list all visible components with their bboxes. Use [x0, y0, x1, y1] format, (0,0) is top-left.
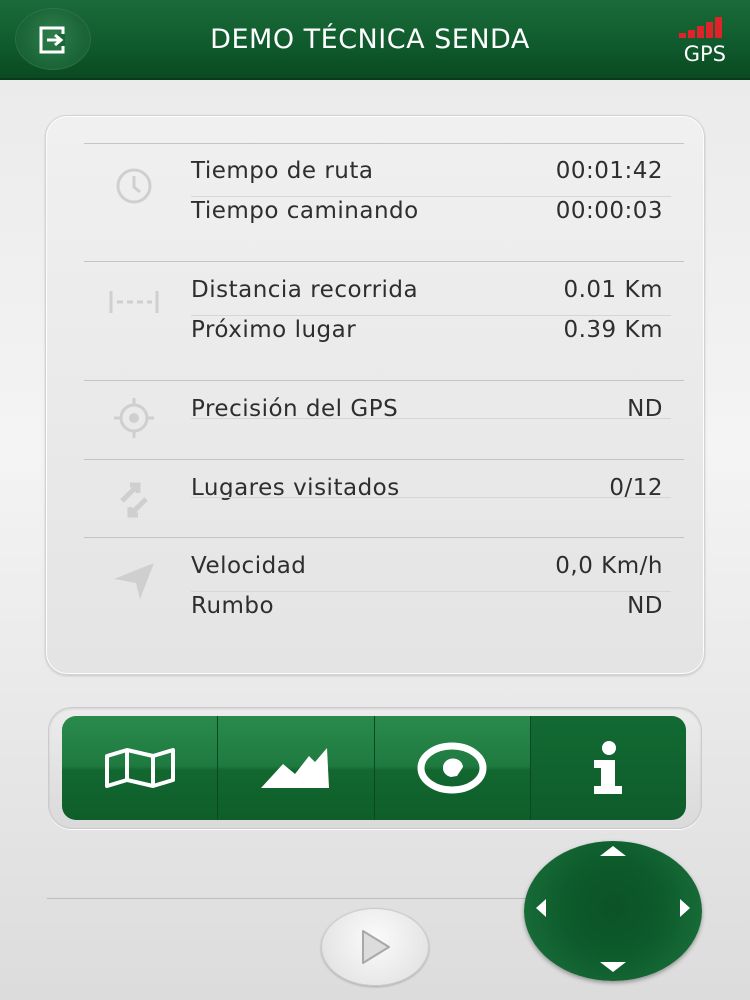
- divider: [84, 459, 684, 460]
- tab-bar: [62, 716, 686, 820]
- speed-label: Velocidad: [191, 553, 307, 579]
- heading-label: Rumbo: [191, 593, 275, 619]
- clock-icon: [116, 168, 152, 204]
- row-separator: [191, 196, 671, 197]
- divider: [84, 380, 684, 381]
- distance-label: Distancia recorrida: [191, 277, 419, 303]
- info-row-walking-time: Tiempo caminando 00:00:03: [191, 198, 663, 234]
- divider: [84, 143, 684, 144]
- info-icon: [594, 741, 623, 794]
- info-row-speed: Velocidad 0,0 Km/h: [191, 553, 663, 589]
- tab-info[interactable]: [530, 716, 686, 820]
- row-separator: [191, 497, 671, 498]
- row-separator: [191, 418, 671, 419]
- crosshair-icon: [114, 398, 154, 438]
- compass-target-icon: [417, 742, 487, 794]
- route-time-value: 00:01:42: [555, 158, 663, 184]
- tab-compass[interactable]: [374, 716, 531, 820]
- walking-time-label: Tiempo caminando: [191, 198, 419, 224]
- divider: [84, 261, 684, 262]
- elevation-profile-icon: [260, 748, 329, 788]
- play-button[interactable]: [321, 908, 429, 986]
- distance-icon: [109, 291, 159, 313]
- walking-time-value: 00:00:03: [555, 198, 663, 224]
- tab-elevation[interactable]: [218, 716, 375, 820]
- info-row-visited-places: Lugares visitados 0/12: [191, 475, 663, 511]
- route-time-label: Tiempo de ruta: [191, 158, 374, 184]
- exit-button[interactable]: [15, 8, 91, 70]
- gps-signal-icon: [666, 16, 722, 38]
- row-separator: [191, 591, 671, 592]
- next-place-value: 0.39 Km: [563, 317, 663, 343]
- speed-value: 0,0 Km/h: [555, 553, 663, 579]
- map-icon: [104, 748, 175, 788]
- divider: [84, 537, 684, 538]
- heading-value: ND: [627, 593, 663, 619]
- next-place-label: Próximo lugar: [191, 317, 357, 343]
- sync-arrows-icon: [120, 482, 148, 518]
- info-row-gps-precision: Precisión del GPS ND: [191, 396, 663, 432]
- gps-label: GPS: [683, 42, 726, 66]
- navigation-arrow-icon: [114, 563, 154, 599]
- info-row-next-place: Próximo lugar 0.39 Km: [191, 317, 663, 353]
- gps-status: GPS: [666, 16, 726, 66]
- dpad-control[interactable]: [524, 841, 702, 981]
- row-separator: [191, 315, 671, 316]
- page-title: DEMO TÉCNICA SENDA: [210, 24, 530, 55]
- info-row-distance: Distancia recorrida 0.01 Km: [191, 277, 663, 313]
- distance-value: 0.01 Km: [563, 277, 663, 303]
- play-icon: [362, 930, 390, 964]
- dpad-arrows-icon: [536, 846, 690, 972]
- route-info-panel: Tiempo de ruta 00:01:42 Tiempo caminando…: [45, 115, 705, 675]
- tab-map[interactable]: [62, 716, 219, 820]
- app-header: DEMO TÉCNICA SENDA GPS: [0, 0, 750, 80]
- info-row-heading: Rumbo ND: [191, 593, 663, 629]
- info-row-route-time: Tiempo de ruta 00:01:42: [191, 158, 663, 194]
- exit-icon: [39, 26, 65, 54]
- divider: [47, 898, 527, 899]
